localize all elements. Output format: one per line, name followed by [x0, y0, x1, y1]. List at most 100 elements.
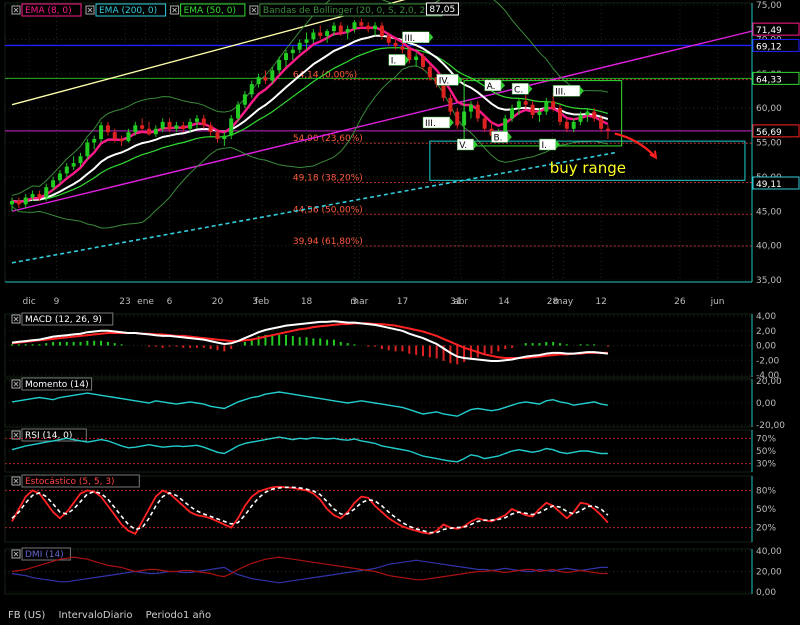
candle-body — [407, 49, 412, 60]
candle-body — [427, 66, 432, 78]
candle-body — [194, 118, 199, 122]
x-tick-label: ene — [137, 297, 154, 307]
x-tick-label: jun — [710, 297, 725, 307]
subpanel-y-tick: 80% — [756, 486, 776, 496]
candle-body — [331, 25, 336, 32]
candle-body — [167, 121, 172, 129]
candle-body — [585, 111, 590, 115]
candle-body — [386, 35, 391, 43]
x-tick-label: 20 — [212, 297, 224, 307]
price-tag-label: 69,12 — [756, 42, 782, 52]
wave-label: IV. — [439, 76, 450, 86]
x-tick-label: 9 — [54, 297, 60, 307]
subpanel-title: RSI (14, 0) — [25, 431, 72, 441]
subpanel-y-tick: 0,00 — [756, 342, 776, 352]
subpanel-title: Momento (14) — [25, 380, 89, 390]
candle-body — [393, 42, 398, 47]
candle-body — [318, 32, 323, 36]
candle-body — [284, 53, 288, 60]
subpanel-title: Estocástico (5, 5, 3) — [25, 477, 115, 487]
candle-body — [379, 25, 384, 36]
candle-body — [44, 187, 49, 198]
wave-label: III. — [404, 34, 415, 44]
candle-body — [263, 77, 268, 81]
wave-label: C. — [514, 85, 523, 95]
subpanel-y-tick: 50% — [756, 505, 776, 515]
candle-body — [373, 25, 378, 30]
x-tick-label: 18 — [301, 297, 313, 307]
legend-item-label: EMA (8, 0) — [25, 6, 72, 16]
candle-body — [208, 125, 213, 133]
x-tick-label: mar — [350, 297, 368, 307]
technical-chart: dic 9 23 ene 6 20 3feb 18 3mar 17 31abr 14 28may 12 26… — [0, 0, 800, 610]
x-tick-label: 17 — [397, 297, 408, 307]
candle-body — [592, 111, 597, 119]
wave-label: I. — [391, 56, 397, 66]
candle-body — [345, 29, 350, 33]
candle-body — [16, 200, 21, 205]
candle-body — [578, 115, 583, 122]
candle-body — [516, 101, 521, 109]
x-tick-label: 6 — [167, 297, 173, 307]
candle-body — [201, 118, 206, 126]
y-tick-label: 45,00 — [756, 207, 782, 217]
candle-body — [236, 104, 241, 119]
candle-body — [215, 132, 220, 140]
x-tick-label: 14 — [498, 297, 510, 307]
candle-body — [153, 128, 158, 135]
candle-body — [510, 108, 515, 119]
wave-label: III. — [555, 87, 566, 97]
candle-body — [564, 121, 569, 129]
candle-body — [78, 156, 83, 164]
legend-item-label: EMA (50, 0) — [184, 6, 236, 16]
candle-body — [23, 197, 28, 205]
candle-body — [571, 121, 576, 129]
candle-body — [400, 46, 405, 50]
candle-body — [242, 94, 247, 105]
buy-range-label: buy range — [550, 159, 626, 177]
x-tick-label: abr — [453, 297, 468, 307]
subpanel-y-tick: 0,00 — [756, 588, 776, 598]
candle-body — [544, 101, 549, 112]
candle-body — [352, 22, 357, 30]
subpanel-y-tick: 30% — [756, 460, 776, 470]
wave-label: B. — [494, 133, 503, 143]
candle-body — [421, 56, 425, 67]
footer-symbol: FB (US) — [8, 610, 46, 621]
y-tick-label: 35,00 — [756, 276, 782, 286]
x-tick-label: 26 — [674, 297, 686, 307]
wave-label: III. — [425, 119, 436, 129]
subpanel-y-tick: 70% — [756, 434, 776, 444]
candle-body — [599, 118, 604, 129]
y-tick-label: 75,00 — [756, 1, 782, 11]
legend-item-label: Bandas de Bollinger (20, 0, S, 2,0, 2,0) — [263, 6, 437, 16]
footer-status: FB (US) IntervaloDiario Periodo1 año — [8, 610, 221, 621]
subpanel-y-tick: -20,00 — [756, 421, 785, 431]
fib-level-label: 49,18 (38,20%) — [293, 174, 363, 184]
y-tick-label: 55,00 — [756, 139, 782, 149]
candle-body — [249, 84, 254, 95]
candle-body — [222, 135, 227, 140]
x-tick-label: feb — [255, 297, 270, 307]
wave-label: I. — [541, 141, 547, 151]
candle-body — [64, 166, 69, 174]
subpanel-title: MACD (12, 26, 9) — [25, 315, 102, 325]
price-tag-label: 71,49 — [756, 26, 782, 36]
candle-body — [359, 22, 364, 26]
candle-body — [414, 56, 419, 60]
candle-body — [229, 118, 234, 136]
price-tag-label: 56,69 — [756, 128, 782, 138]
candle-body — [57, 173, 62, 181]
candle-body — [147, 128, 151, 135]
subpanel-title: DMI (14) — [25, 550, 64, 560]
candle-body — [181, 125, 186, 129]
candle-body — [475, 104, 480, 119]
price-tag-label: 64,33 — [756, 75, 782, 85]
subpanel-y-tick: 20,00 — [756, 568, 782, 578]
candle-body — [537, 111, 542, 115]
candle-body — [448, 97, 453, 112]
y-tick-label: 40,00 — [756, 242, 782, 252]
candle-body — [455, 111, 460, 126]
subpanel-y-tick: 0,00 — [756, 399, 776, 409]
candle-body — [277, 60, 282, 71]
